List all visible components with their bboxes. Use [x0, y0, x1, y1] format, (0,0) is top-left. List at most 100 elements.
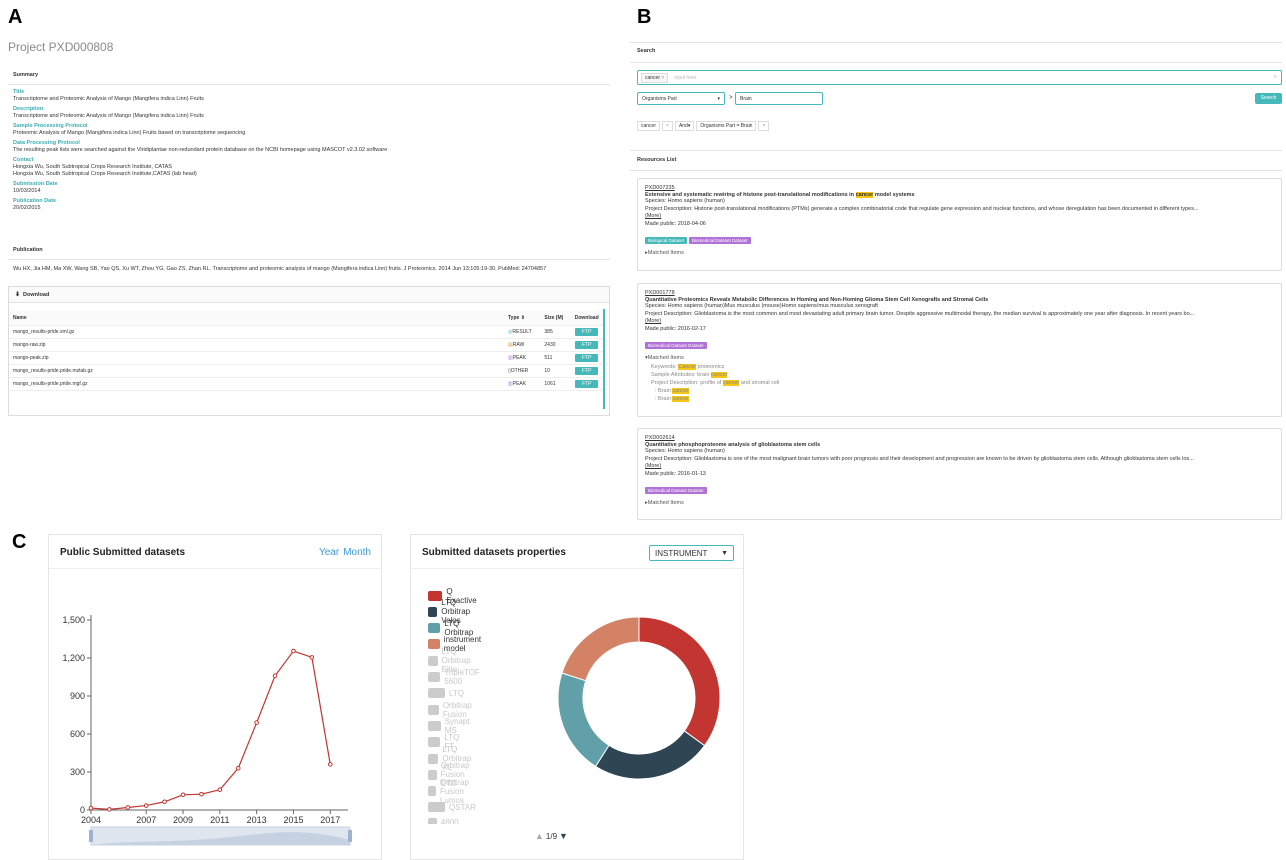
search-input[interactable]: cancer × input here ⌕: [637, 70, 1282, 85]
operator-select[interactable]: And▾: [674, 121, 695, 131]
result-description: Project Description: Glioblastoma is one…: [645, 455, 1194, 462]
file-type: ▯OTHER: [504, 364, 541, 378]
data-point[interactable]: [180, 792, 186, 798]
result-accession[interactable]: PXD002614: [645, 435, 1274, 441]
close-icon[interactable]: ×: [662, 121, 673, 131]
result-date: Made public: 2016-02-17: [645, 325, 706, 332]
field-value: Transcriptome and Proteomic Analysis of …: [13, 96, 204, 102]
result-description: Project Description: Glioblastoma is the…: [645, 310, 1195, 317]
col-type[interactable]: Type ⇕: [504, 311, 541, 326]
table-row: mango_results-pride.xml.gz ◎RESULT 385 F…: [9, 325, 605, 339]
y-tick-label: 0: [80, 805, 85, 815]
data-point[interactable]: [272, 673, 278, 679]
file-size: 10: [540, 364, 569, 378]
field-value: Hongxia Wu, South Subtropical Crops Rese…: [13, 171, 197, 177]
download-panel: ⬇ Download Name Type ⇕ Size (M) Download…: [8, 286, 610, 416]
sort-icon: ⇕: [520, 314, 525, 321]
table-row: mango-peak.zip ▥PEAK 511 FTP: [9, 351, 605, 365]
project-title: Project PXD000808: [8, 40, 114, 54]
search-button[interactable]: Search: [1255, 93, 1282, 104]
more-link[interactable]: (More): [645, 463, 1274, 471]
ftp-button[interactable]: FTP: [574, 327, 599, 336]
panel-letter-c: C: [12, 531, 27, 553]
publication-heading: Publication: [13, 247, 43, 253]
pie-slice[interactable]: [557, 672, 610, 768]
file-name: mango_results-pride.pride.mztab.gz: [9, 364, 504, 378]
filter-value-input[interactable]: Brain: [735, 92, 823, 105]
data-point[interactable]: [309, 655, 315, 660]
search-icon: ⌕: [1273, 74, 1277, 80]
dataset-tag[interactable]: Biomedical Dataset Dataset: [689, 237, 751, 244]
search-chip[interactable]: cancer ×: [641, 72, 669, 83]
table-row: mango-raw.zip ▤RAW 2430 FTP: [9, 338, 605, 352]
file-name: mango_results-pride.pride.mgf.gz: [9, 377, 504, 391]
field-value: Proteomic Analysis of Mango (Mangifera i…: [13, 130, 246, 136]
file-type: ◎RESULT: [504, 325, 541, 339]
data-point[interactable]: [235, 765, 241, 771]
data-point[interactable]: [291, 648, 296, 654]
x-tick-label: 2009: [173, 815, 193, 825]
matched-items-toggle[interactable]: ▸Matched Items: [645, 250, 1274, 258]
data-point[interactable]: [88, 805, 94, 811]
data-point[interactable]: [254, 720, 259, 725]
zoom-handle-right[interactable]: [348, 830, 352, 842]
table-scrollbar[interactable]: [603, 309, 605, 409]
col-size[interactable]: Size (M): [540, 311, 569, 326]
search-placeholder: input here: [674, 74, 697, 81]
line-chart: 0 300 600 900 1,200 1,500 2004 2007 2009 2011 2013…: [62, 615, 352, 846]
ftp-button[interactable]: FTP: [574, 366, 599, 375]
file-size: 1061: [540, 377, 569, 391]
result-accession[interactable]: PXD001778: [645, 290, 1274, 296]
file-name: mango-peak.zip: [9, 351, 504, 365]
x-tick-label: 2011: [210, 815, 229, 825]
query-chip: Organisms Part = Brain: [696, 121, 757, 131]
data-point[interactable]: [162, 799, 167, 805]
dataset-tag[interactable]: Biomedical Dataset Dataset: [645, 342, 707, 349]
close-icon[interactable]: ×: [661, 75, 664, 81]
pie-slice[interactable]: [561, 616, 640, 682]
field-label: Data Processing Protocol: [13, 140, 80, 146]
matched-items-toggle[interactable]: ▾Matched Items: [645, 355, 1274, 363]
data-point[interactable]: [327, 762, 333, 767]
zoom-handle-left[interactable]: [89, 830, 93, 842]
file-size: 385: [540, 325, 569, 339]
more-link[interactable]: (More): [645, 213, 1274, 221]
publication-text: Wu HX, Jia HM, Ma XW, Wang SB, Yao QS, X…: [13, 266, 547, 272]
resources-heading: Resources List: [637, 157, 677, 163]
data-point[interactable]: [217, 787, 223, 793]
col-name[interactable]: Name: [9, 311, 504, 326]
summary-fields: Title Transcriptome and Proteomic Analys…: [13, 89, 603, 212]
y-tick-label: 900: [70, 691, 85, 701]
summary-heading: Summary: [13, 72, 39, 78]
field-value: Transcriptome and Proteomic Analysis of …: [13, 113, 204, 119]
data-point[interactable]: [199, 791, 204, 797]
ftp-button[interactable]: FTP: [574, 379, 599, 388]
ftp-button[interactable]: FTP: [574, 340, 599, 349]
data-point[interactable]: [107, 807, 112, 812]
dataset-tag[interactable]: Biomedical Dataset Dataset: [645, 487, 707, 494]
field-label: Contact: [13, 157, 34, 163]
result-card: PXD002614 Quantitative phosphoproteome a…: [637, 428, 1282, 520]
pie-slice[interactable]: [594, 730, 706, 780]
result-card: PXD001778 Quantitative Proteomics Reveal…: [637, 283, 1282, 417]
query-chip: cancer: [637, 121, 661, 131]
result-accession[interactable]: PXD007235: [645, 185, 1274, 191]
matched-item: Sample Attributes: brain cancer: [651, 371, 728, 378]
dataset-tag[interactable]: Biological Dataset: [645, 237, 688, 244]
close-icon[interactable]: ×: [758, 121, 770, 131]
result-species: Species: Homo sapiens (human)Mus musculu…: [645, 303, 878, 309]
field-label: Publication Date: [13, 198, 57, 204]
file-size: 2430: [540, 338, 569, 352]
field-label: Title: [13, 89, 25, 95]
download-table: Name Type ⇕ Size (M) Download mango_resu…: [9, 311, 605, 391]
x-tick-label: 2004: [81, 815, 101, 825]
field-select[interactable]: Organisms Part ▾: [637, 92, 725, 105]
data-point[interactable]: [143, 803, 149, 808]
matched-items-toggle[interactable]: ▸Matched Items: [645, 500, 1274, 508]
matched-item: Keywords: Cancer proteomics: [651, 363, 725, 370]
pie-slice[interactable]: [638, 616, 721, 747]
result-description: Project Description: Histone post-transl…: [645, 205, 1199, 212]
more-link[interactable]: (More): [645, 318, 1274, 326]
ftp-button[interactable]: FTP: [574, 353, 599, 362]
data-point[interactable]: [125, 805, 131, 810]
